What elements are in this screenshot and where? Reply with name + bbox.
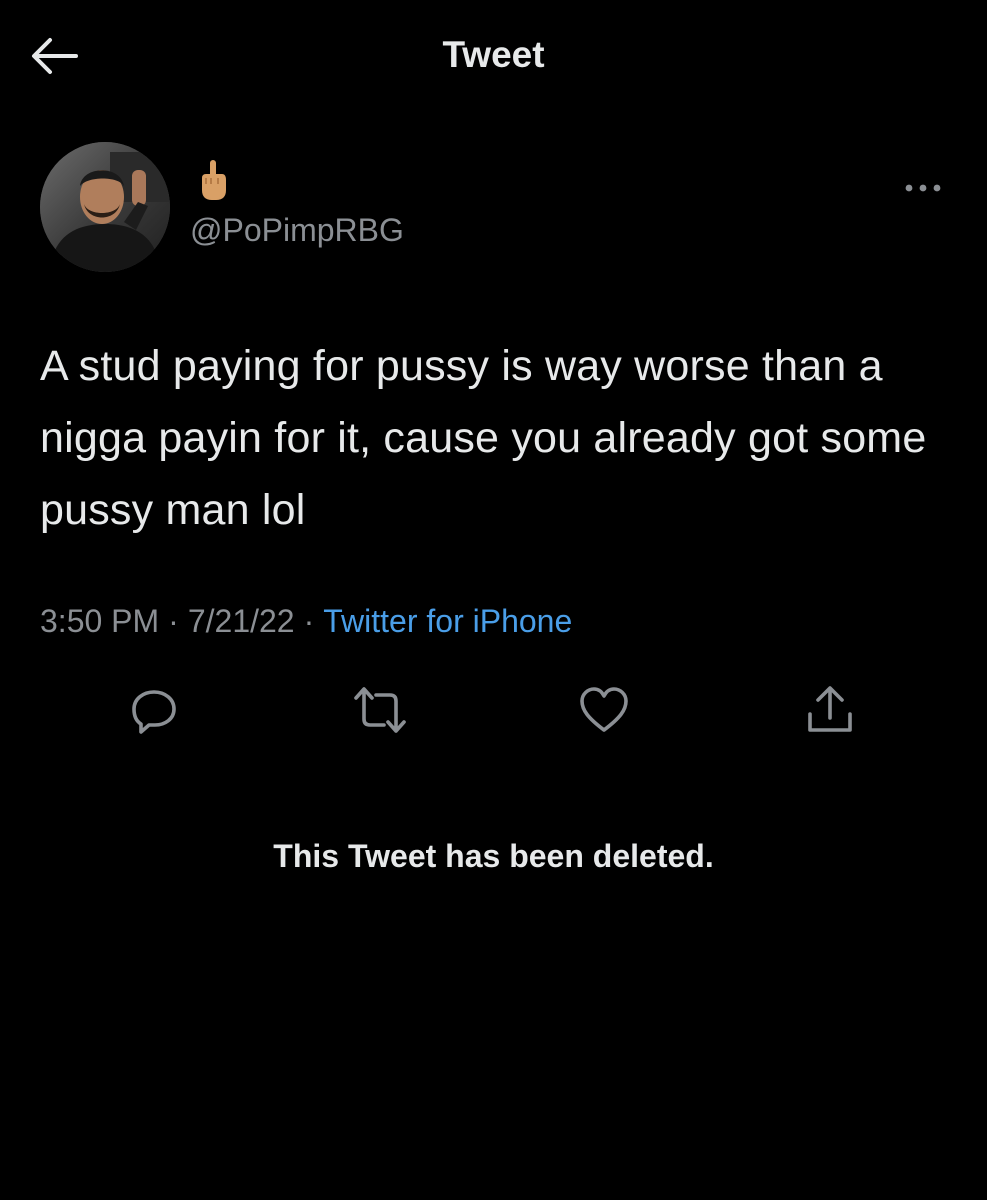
page-title: Tweet [442,34,545,75]
middle-finger-emoji [202,160,226,200]
deleted-notice: This Tweet has been deleted. [273,838,714,874]
retweet-icon [354,687,406,733]
share-icon [808,686,852,732]
tweet-author: @PoPimpRBG [40,142,947,282]
user-handle[interactable]: @PoPimpRBG [190,212,404,249]
display-name[interactable] [198,160,228,202]
reply-button[interactable] [124,680,184,740]
tweet-source-link[interactable]: Twitter for iPhone [323,603,572,639]
tweet-metadata: 3:50 PM · 7/21/22 · Twitter for iPhone [40,603,572,640]
tweet-actions [0,680,987,750]
more-horizontal-icon [905,184,941,192]
top-bar: Tweet [0,0,987,110]
tweet-time: 3:50 PM [40,603,160,639]
separator: · [303,603,315,639]
separator: · [168,603,179,639]
heart-icon [580,687,628,732]
tweet-text: A stud paying for pussy is way worse tha… [40,342,927,534]
avatar[interactable] [40,142,170,272]
retweet-button[interactable] [350,680,410,740]
profile-photo [40,142,170,272]
reply-icon [132,690,176,734]
share-button[interactable] [800,680,860,740]
more-options-button[interactable] [899,176,947,200]
tweet-date[interactable]: 7/21/22 [188,603,295,639]
like-button[interactable] [574,680,634,740]
